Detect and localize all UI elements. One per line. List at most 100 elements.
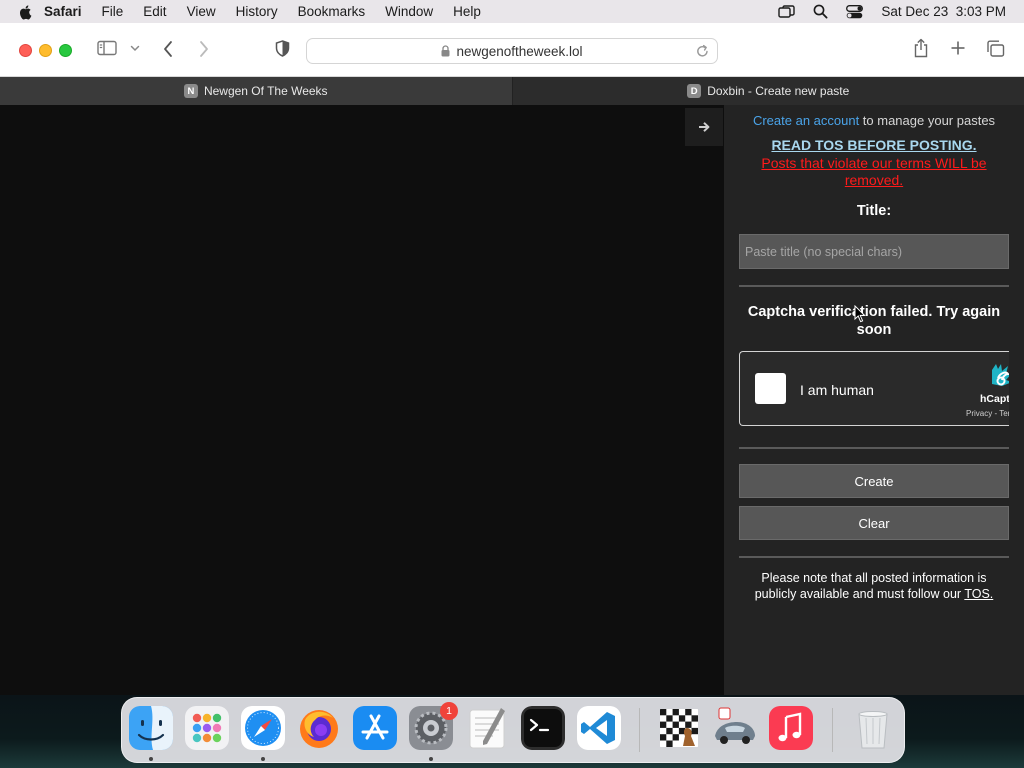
url-text: newgenoftheweek.lol xyxy=(456,43,583,59)
hcaptcha-widget: I am human hCaptcha Privacy - Terms xyxy=(739,351,1009,426)
dock-music[interactable] xyxy=(769,706,813,750)
clear-button[interactable]: Clear xyxy=(739,506,1009,540)
textedit-icon xyxy=(469,708,505,749)
account-prompt: Create an account to manage your pastes xyxy=(724,113,1024,128)
race-car-icon xyxy=(715,707,755,744)
account-prompt-suffix: to manage your pastes xyxy=(859,113,996,128)
back-button[interactable] xyxy=(162,40,174,58)
apple-logo-icon[interactable] xyxy=(18,4,34,20)
dock-finder[interactable] xyxy=(129,706,173,750)
safari-window: newgenoftheweek.lol N Newgen Of The Week… xyxy=(0,23,1024,695)
hcaptcha-privacy-terms[interactable]: Privacy - Terms xyxy=(966,409,1009,418)
privacy-report-button[interactable] xyxy=(275,40,290,57)
tos-heading-link[interactable]: READ TOS BEFORE POSTING. xyxy=(724,137,1024,153)
chevron-down-icon xyxy=(130,45,140,52)
tab-bar: N Newgen Of The Weeks D Doxbin - Create … xyxy=(0,77,1024,105)
dock-separator xyxy=(639,708,640,752)
note-text: Please note that all posted information … xyxy=(754,571,987,601)
dock-firefox[interactable] xyxy=(297,706,341,750)
dock-terminal[interactable] xyxy=(521,706,565,750)
tab-title: Doxbin - Create new paste xyxy=(707,84,850,98)
captcha-checkbox-label: I am human xyxy=(800,382,874,398)
create-button[interactable]: Create xyxy=(739,464,1009,498)
menu-edit[interactable]: Edit xyxy=(143,4,166,19)
hcaptcha-logo-icon xyxy=(992,364,1009,386)
dock-safari[interactable] xyxy=(241,706,285,750)
share-icon xyxy=(914,38,928,58)
tab-newgen[interactable]: N Newgen Of The Weeks xyxy=(0,77,512,105)
share-button[interactable] xyxy=(913,38,929,58)
menu-view[interactable]: View xyxy=(187,4,216,19)
dock-vscode[interactable] xyxy=(577,706,621,750)
lock-icon xyxy=(441,45,450,57)
collapse-sidebar-button[interactable] xyxy=(685,108,723,146)
favicon-d: D xyxy=(687,84,702,98)
chess-icon xyxy=(660,709,698,747)
create-account-link[interactable]: Create an account xyxy=(753,113,859,128)
menu-window[interactable]: Window xyxy=(385,4,433,19)
tab-overview-button[interactable] xyxy=(986,40,1005,57)
shield-icon xyxy=(275,40,290,57)
notification-badge: 1 xyxy=(440,702,458,720)
dock: 1 xyxy=(121,697,905,763)
favicon-n: N xyxy=(183,84,198,98)
firefox-icon xyxy=(300,710,338,748)
address-bar[interactable]: newgenoftheweek.lol xyxy=(306,38,718,64)
dock-launchpad[interactable] xyxy=(185,706,229,750)
tab-overview-icon xyxy=(987,40,1005,57)
plus-icon xyxy=(951,41,965,55)
title-label: Title: xyxy=(856,203,892,219)
reload-icon[interactable] xyxy=(696,44,709,58)
captcha-error-message: Captcha verification failed. Try again s… xyxy=(747,304,1001,338)
trash-icon xyxy=(858,711,888,749)
safari-toolbar: newgenoftheweek.lol xyxy=(0,23,1024,77)
paste-title-input[interactable] xyxy=(739,234,1009,269)
spotlight-search-icon[interactable] xyxy=(813,4,828,19)
tab-title: Newgen Of The Weeks xyxy=(203,84,328,98)
page-content: Create an account to manage your pastes … xyxy=(0,105,1024,695)
arrow-right-icon xyxy=(699,122,710,132)
dock-app-store[interactable] xyxy=(353,706,397,750)
dock-race-game[interactable] xyxy=(713,706,757,750)
menu-app-safari[interactable]: Safari xyxy=(44,4,82,19)
music-note-icon xyxy=(769,706,813,750)
dock-trash[interactable] xyxy=(851,706,895,750)
menu-bar: Safari File Edit View History Bookmarks … xyxy=(0,0,1024,23)
create-paste-sidebar: Create an account to manage your pastes … xyxy=(724,105,1024,695)
window-zoom-button[interactable] xyxy=(59,44,72,57)
chevron-right-icon xyxy=(200,41,208,57)
dock-textedit[interactable] xyxy=(465,706,509,750)
dock-separator xyxy=(832,708,833,752)
terminal-icon xyxy=(521,706,565,750)
public-info-note: Please note that all posted information … xyxy=(739,571,1009,602)
control-center-icon[interactable] xyxy=(846,4,864,19)
menu-bookmarks[interactable]: Bookmarks xyxy=(298,4,366,19)
window-close-button[interactable] xyxy=(19,44,32,57)
divider xyxy=(739,447,1009,449)
tos-warning[interactable]: Posts that violate our terms WILL be rem… xyxy=(748,155,1000,189)
display-mirroring-icon[interactable] xyxy=(778,4,796,19)
dock-running-indicator xyxy=(149,757,153,761)
tab-groups-dropdown[interactable] xyxy=(130,45,140,52)
launchpad-icon xyxy=(185,706,229,750)
sidebar-icon xyxy=(97,40,117,56)
new-tab-button[interactable] xyxy=(950,40,966,56)
menu-help[interactable]: Help xyxy=(453,4,481,19)
tab-doxbin[interactable]: D Doxbin - Create new paste xyxy=(511,77,1024,105)
vscode-icon xyxy=(577,706,621,750)
tos-link[interactable]: TOS. xyxy=(964,587,993,601)
dock-chess[interactable] xyxy=(657,706,701,750)
hcaptcha-brand: hCaptcha xyxy=(980,393,1009,405)
menu-file[interactable]: File xyxy=(102,4,124,19)
sidebar-toggle-button[interactable] xyxy=(97,40,117,56)
chevron-left-icon xyxy=(164,41,172,57)
finder-icon xyxy=(129,706,173,750)
captcha-checkbox[interactable] xyxy=(755,373,786,404)
dock-running-indicator xyxy=(429,757,433,761)
divider xyxy=(739,556,1009,558)
menubar-clock[interactable]: Sat Dec 23 3:03 PM xyxy=(881,4,1006,19)
forward-button[interactable] xyxy=(198,40,210,58)
menu-history[interactable]: History xyxy=(236,4,278,19)
window-minimize-button[interactable] xyxy=(39,44,52,57)
divider xyxy=(739,285,1009,287)
